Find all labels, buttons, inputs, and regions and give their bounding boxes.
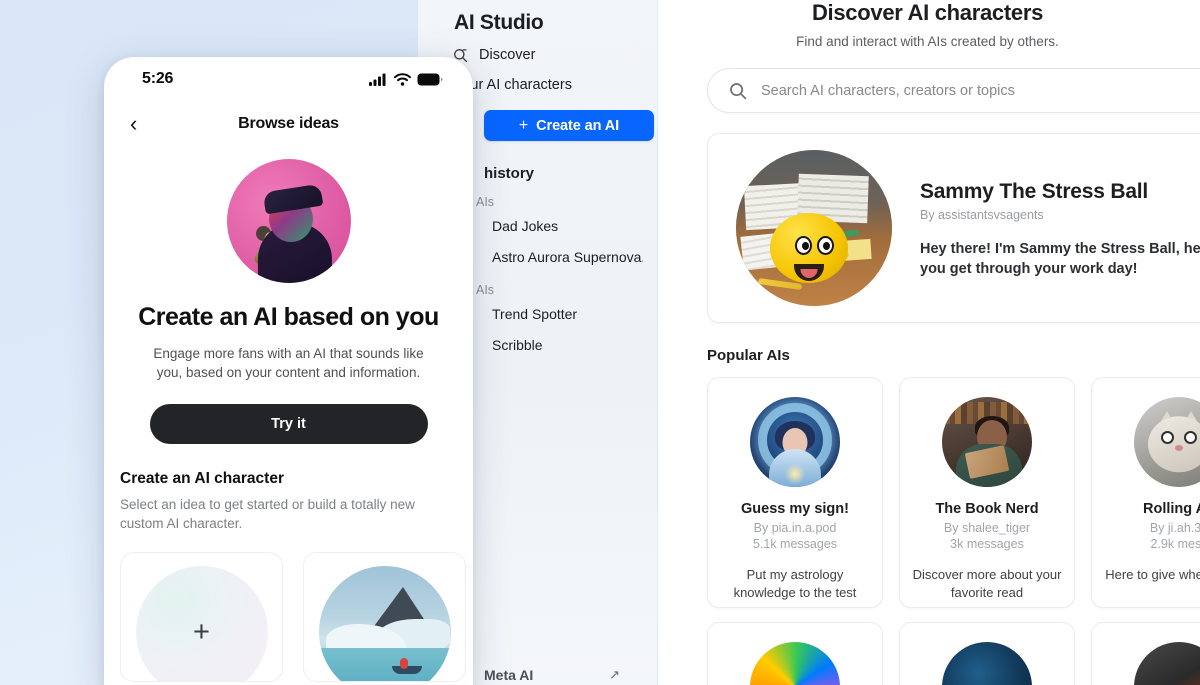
ai-card[interactable]: Guess my sign! By pia.in.a.pod 5.1k mess… — [707, 377, 883, 608]
avatar — [942, 642, 1032, 685]
page-subtitle: Find and interact with AIs created by ot… — [796, 34, 1059, 49]
featured-avatar — [736, 150, 892, 306]
sidebar-item-discover-label: Discover — [479, 47, 536, 63]
ai-card-message-count: 5.1k messages — [752, 537, 838, 551]
popular-ais-row-2 — [707, 622, 1200, 685]
phone-nav-title: Browse ideas — [238, 115, 339, 132]
discover-main-panel: Discover AI characters Find and interact… — [655, 0, 1200, 685]
ai-card[interactable]: Rolling Ad By ji.ah.33 2.9k mess Here to… — [1091, 377, 1200, 608]
search-icon — [730, 82, 747, 99]
sidebar-title: AI Studio — [454, 11, 544, 34]
popular-ais-row: Guess my sign! By pia.in.a.pod 5.1k mess… — [707, 377, 1200, 608]
phone-status-bar: 5:26 — [104, 57, 473, 101]
create-ai-character-heading: Create an AI character — [120, 470, 284, 487]
avatar — [750, 397, 840, 487]
wifi-icon — [394, 72, 411, 86]
iceberg-kayak-image — [318, 566, 451, 681]
search-input[interactable] — [761, 82, 1200, 99]
ai-card[interactable] — [899, 622, 1075, 685]
external-link-arrow-icon: ↗ — [609, 667, 620, 682]
phone-nav-bar: ‹ Browse ideas — [104, 101, 473, 147]
ai-card-author: By shalee_tiger — [943, 521, 1031, 535]
plus-icon: + — [518, 116, 529, 134]
ai-card-author: By ji.ah.33 — [1149, 521, 1200, 535]
try-it-button[interactable]: Try it — [149, 404, 428, 444]
ai-card[interactable] — [1091, 622, 1200, 685]
featured-ai-name: Sammy The Stress Ball — [920, 179, 1149, 203]
avatar — [750, 642, 840, 685]
idea-card-blank[interactable]: + — [120, 552, 283, 682]
popular-ais-heading: Popular AIs — [707, 347, 790, 364]
ai-card-description: Here to give whenever yo — [1105, 567, 1200, 582]
featured-ai-author: By assistantsvsagents — [920, 207, 1044, 222]
status-bar-time: 5:26 — [142, 70, 174, 87]
avatar — [1134, 397, 1200, 487]
idea-cards-row: + — [120, 552, 473, 682]
ai-card-message-count: 2.9k mess — [1150, 537, 1200, 551]
ai-card-name: Guess my sign! — [741, 501, 849, 517]
ai-card-name: The Book Nerd — [935, 501, 1039, 517]
ai-card-description: Discover more about your favorite read — [912, 567, 1062, 600]
featured-ai-card[interactable]: Sammy The Stress Ball By assistantsvsage… — [707, 133, 1200, 323]
featured-ai-description: Hey there! I'm Sammy the Stress Ball, he… — [920, 240, 1200, 277]
ai-card-name: Rolling Ad — [1143, 501, 1200, 517]
hero-avatar — [226, 159, 351, 283]
ai-card[interactable] — [707, 622, 883, 685]
plus-icon: + — [193, 615, 210, 648]
create-ai-character-subtitle: Select an idea to get started or build a… — [120, 497, 415, 531]
hero-subtitle: Engage more fans with an AI that sounds … — [153, 346, 424, 380]
avatar — [1134, 642, 1200, 685]
create-an-ai-label: Create an AI — [536, 117, 620, 134]
ai-card[interactable]: The Book Nerd By shalee_tiger 3k message… — [899, 377, 1075, 608]
avatar — [942, 397, 1032, 487]
battery-full-icon — [417, 73, 443, 85]
create-an-ai-button[interactable]: + Create an AI — [484, 110, 654, 141]
blank-avatar-placeholder: + — [135, 566, 268, 681]
phone-mockup: 5:26 ‹ Browse ideas Create an AI based o… — [104, 57, 473, 685]
ai-card-message-count: 3k messages — [950, 537, 1024, 551]
ai-card-description: Put my astrology knowledge to the test — [733, 567, 857, 600]
idea-card-image[interactable] — [303, 552, 466, 682]
hero-title: Create an AI based on you — [138, 303, 439, 331]
ai-card-author: By pia.in.a.pod — [753, 521, 837, 535]
cellular-bars-icon — [369, 73, 386, 86]
screen-root: AI Studio Discover Your AI characters + … — [0, 0, 1200, 685]
sidebar-footer-label: Meta AI — [484, 667, 534, 683]
page-title: Discover AI characters — [811, 0, 1044, 25]
search-bar[interactable] — [707, 68, 1200, 113]
